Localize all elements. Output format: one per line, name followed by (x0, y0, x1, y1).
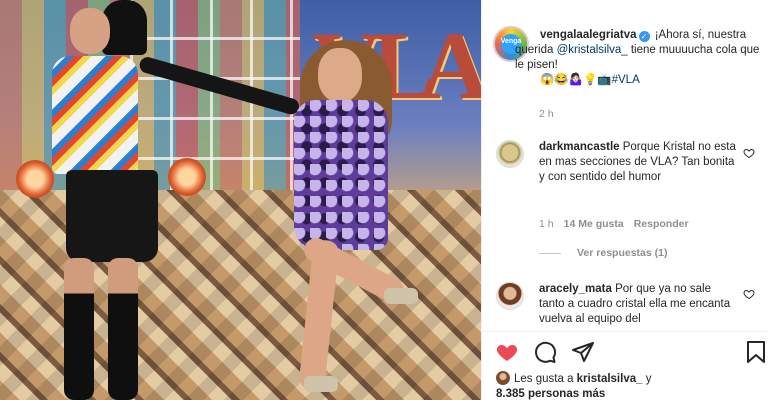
divider (482, 331, 768, 332)
heart-icon[interactable] (495, 340, 519, 364)
view-replies-button[interactable]: Ver respuestas (1) (539, 247, 667, 259)
comment-icon[interactable] (533, 340, 557, 364)
comment-meta: 1 h 14 Me gusta Responder (539, 218, 689, 230)
comment-username[interactable]: darkmancastle (539, 141, 620, 153)
commenter-avatar[interactable] (496, 140, 524, 168)
comment-likes[interactable]: 14 Me gusta (564, 218, 624, 230)
comment-time[interactable]: 1 h (539, 218, 554, 230)
commenter-avatar[interactable] (496, 282, 524, 310)
heart-icon[interactable] (743, 288, 755, 300)
liker-avatar[interactable] (496, 371, 510, 385)
post-photo[interactable]: V L A (0, 0, 481, 400)
post-sidebar: Venga vengalaalegriatva ✓ ¡Ahora sí, nues… (481, 0, 768, 400)
likes-count[interactable]: 8.385 personas más (496, 388, 605, 400)
post-time[interactable]: 2 h (539, 108, 554, 120)
comment-username[interactable]: aracely_mata (539, 283, 612, 295)
caption-emoji: 😱😂🤷🏻‍♀️💡📺 (540, 74, 612, 86)
comment: darkmancastle Porque Kristal no esta en … (539, 140, 739, 185)
bookmark-icon[interactable] (746, 340, 766, 364)
comment: aracely_mata Por que ya no sale tanto a … (539, 282, 739, 327)
share-icon[interactable] (571, 340, 595, 364)
likes-summary: Les gusta a kristalsilva_ y 8.385 person… (496, 371, 652, 400)
reply-button[interactable]: Responder (634, 218, 689, 230)
post-caption: vengalaalegriatva ✓ ¡Ahora sí, nuestra qu… (515, 28, 760, 88)
caption-mention[interactable]: @kristalsilva_ (557, 44, 628, 56)
heart-icon[interactable] (743, 147, 755, 159)
stage-light (16, 160, 54, 198)
liker-username[interactable]: kristalsilva_ (577, 373, 643, 385)
caption-hashtag[interactable]: #VLA (612, 74, 640, 86)
action-bar (495, 340, 595, 364)
verified-icon: ✓ (638, 31, 650, 42)
stage-light (168, 158, 206, 196)
stage-letter-a: A (420, 12, 481, 119)
post-username[interactable]: vengalaalegriatva (540, 29, 637, 41)
